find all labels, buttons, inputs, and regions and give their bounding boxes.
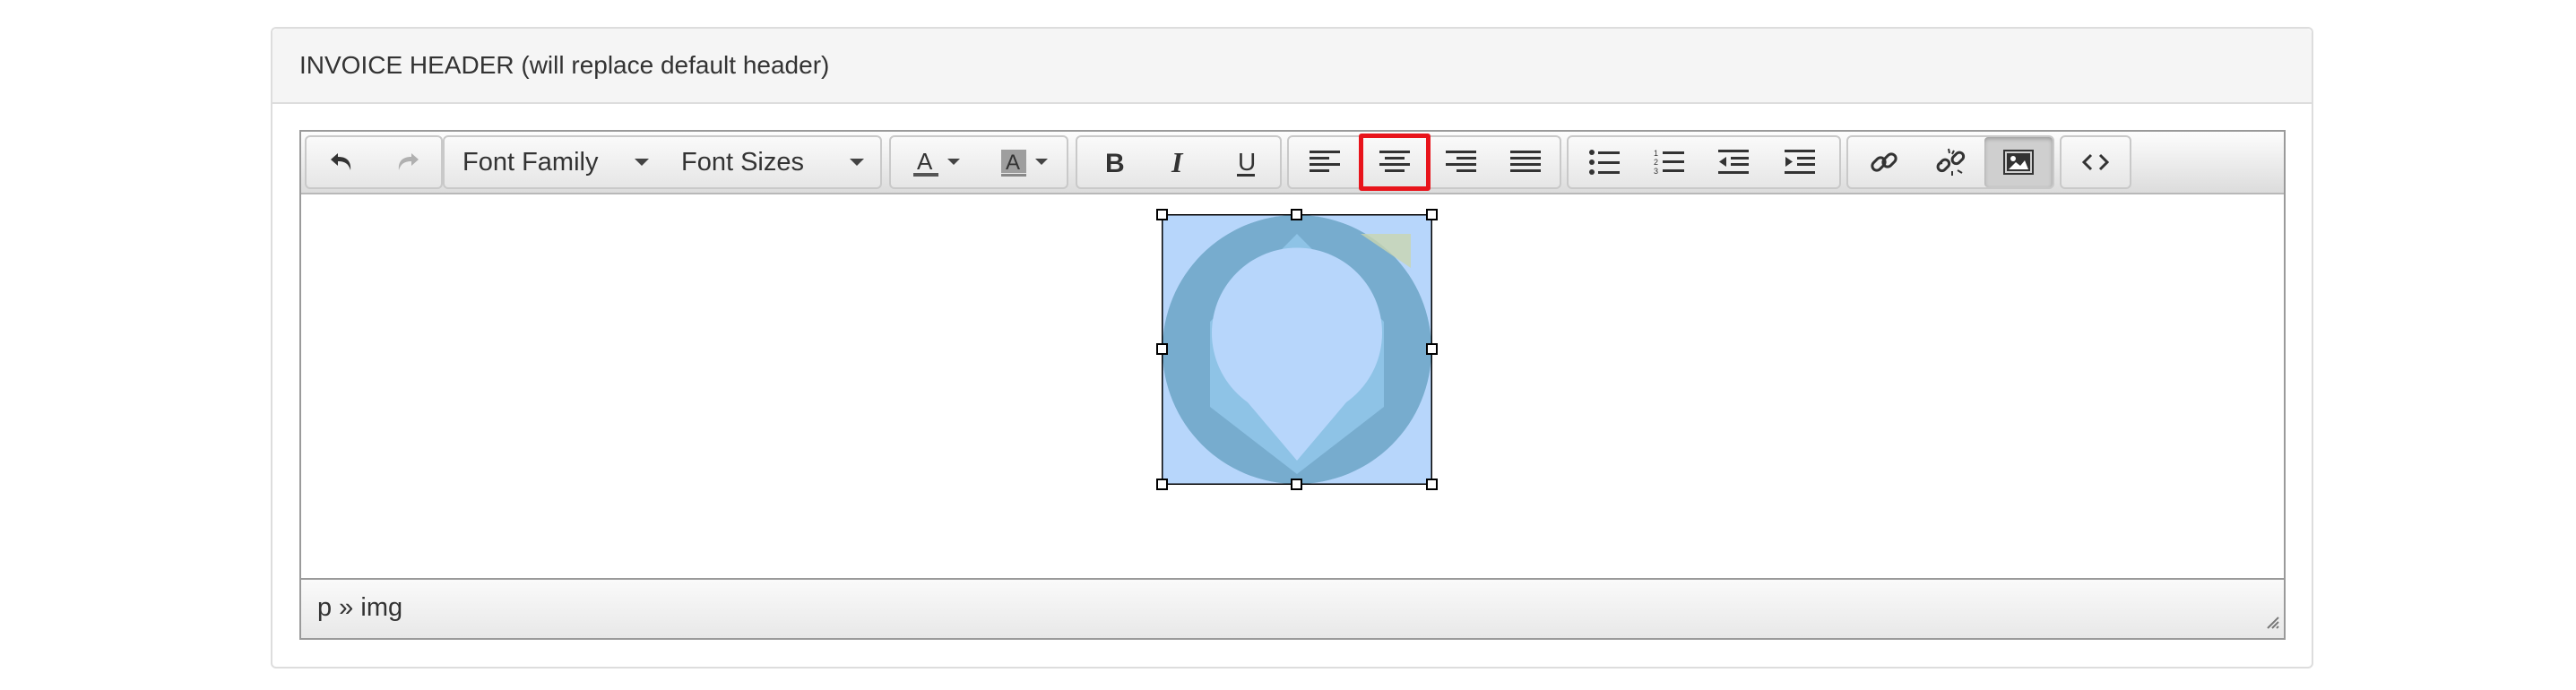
- underline-button[interactable]: U: [1214, 137, 1278, 187]
- align-left-button[interactable]: [1292, 137, 1357, 187]
- font-group: Font Family Font Sizes: [443, 135, 882, 189]
- resize-handle[interactable]: [1426, 343, 1438, 355]
- rich-text-editor: Font Family Font Sizes A A B I U 1 2 3 p…: [299, 130, 2286, 640]
- resize-handle[interactable]: [1291, 479, 1302, 490]
- svg-text:3: 3: [1654, 167, 1658, 176]
- svg-text:B: B: [1105, 149, 1125, 176]
- remove-link-button[interactable]: [1918, 137, 1983, 187]
- background-color-button[interactable]: A: [981, 137, 1068, 187]
- italic-icon: I: [1168, 149, 1191, 176]
- logo-image[interactable]: [1156, 209, 1438, 490]
- svg-text:A: A: [917, 148, 933, 175]
- align-center-button[interactable]: [1359, 134, 1431, 191]
- svg-text:2: 2: [1654, 158, 1658, 167]
- outdent-button[interactable]: [1701, 137, 1766, 187]
- color-group: A A: [889, 135, 1068, 189]
- bullet-list-icon: [1589, 149, 1620, 176]
- bullet-list-button[interactable]: [1572, 137, 1637, 187]
- insert-link-button[interactable]: [1852, 137, 1916, 187]
- underline-icon: U: [1233, 147, 1258, 177]
- invoice-header-panel: INVOICE HEADER (will replace default hea…: [271, 27, 2313, 668]
- indent-icon: [1785, 149, 1815, 176]
- resize-handle[interactable]: [1426, 209, 1438, 220]
- italic-button[interactable]: I: [1147, 137, 1212, 187]
- text-color-button[interactable]: A: [893, 137, 981, 187]
- align-justify-button[interactable]: [1493, 137, 1558, 187]
- indent-button[interactable]: [1768, 137, 1832, 187]
- font-family-select[interactable]: Font Family: [445, 137, 667, 187]
- font-size-value: Font Sizes: [681, 148, 804, 177]
- insert-image-button[interactable]: [1984, 137, 2053, 187]
- redo-icon: [393, 151, 420, 174]
- resize-handle[interactable]: [1156, 479, 1168, 490]
- svg-text:I: I: [1171, 149, 1184, 176]
- align-justify-icon: [1510, 149, 1541, 176]
- panel-heading: INVOICE HEADER (will replace default hea…: [272, 29, 2312, 104]
- svg-text:A: A: [1006, 151, 1020, 175]
- numbered-list-button[interactable]: 123: [1637, 137, 1701, 187]
- numbered-list-icon: 123: [1654, 148, 1684, 177]
- background-color-icon: A: [996, 144, 1053, 180]
- alignment-group: [1287, 134, 1561, 191]
- align-right-button[interactable]: [1429, 137, 1493, 187]
- resize-handle[interactable]: [1426, 479, 1438, 490]
- svg-text:1: 1: [1654, 149, 1658, 158]
- font-size-select[interactable]: Font Sizes: [663, 137, 882, 187]
- formatting-group: B I U: [1076, 135, 1282, 189]
- editor-toolbar: Font Family Font Sizes A A B I U 1 2 3: [301, 132, 2284, 194]
- undo-icon: [329, 151, 356, 174]
- panel-title: INVOICE HEADER (will replace default hea…: [299, 51, 830, 79]
- insert-group: [1846, 135, 2054, 189]
- code-group: [2060, 135, 2131, 189]
- undo-button[interactable]: [310, 137, 375, 187]
- source-code-icon: [2082, 153, 2109, 171]
- link-icon: [1869, 147, 1899, 177]
- align-center-icon: [1379, 149, 1410, 176]
- align-right-icon: [1446, 149, 1476, 176]
- bold-button[interactable]: B: [1081, 137, 1145, 187]
- element-path[interactable]: p » img: [317, 592, 402, 623]
- resize-handle[interactable]: [1156, 343, 1168, 355]
- resize-handle[interactable]: [1156, 209, 1168, 220]
- chevron-down-icon: [635, 159, 649, 166]
- source-code-button[interactable]: [2063, 137, 2128, 187]
- editor-content-area[interactable]: [301, 194, 2284, 580]
- redo-button[interactable]: [375, 137, 439, 187]
- outdent-icon: [1718, 149, 1749, 176]
- bold-icon: B: [1102, 149, 1125, 176]
- svg-text:U: U: [1238, 148, 1256, 176]
- text-color-icon: A: [908, 144, 965, 180]
- chevron-down-icon: [850, 159, 864, 166]
- resize-grip-icon[interactable]: [2264, 614, 2280, 634]
- editor-statusbar: p » img: [301, 578, 2284, 638]
- history-group: [305, 135, 443, 189]
- image-icon: [2003, 150, 2034, 175]
- unlink-icon: [1934, 146, 1967, 178]
- resize-handle[interactable]: [1291, 209, 1302, 220]
- font-family-value: Font Family: [462, 148, 599, 177]
- list-group: 123: [1567, 135, 1841, 189]
- align-left-icon: [1310, 149, 1340, 176]
